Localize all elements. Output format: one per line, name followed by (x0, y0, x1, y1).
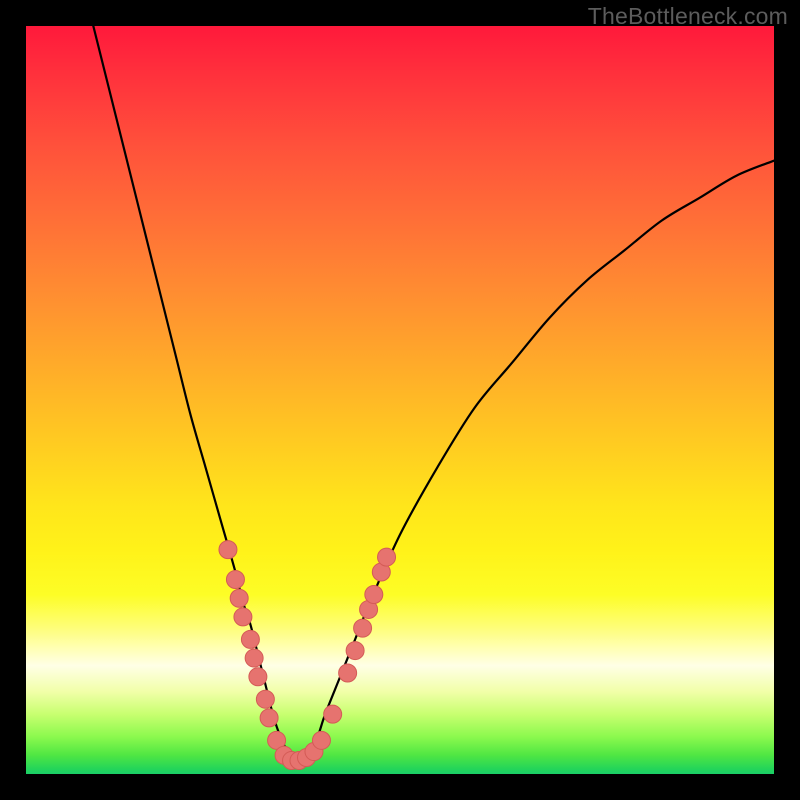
watermark-text: TheBottleneck.com (588, 3, 788, 30)
curve-marker (378, 548, 396, 566)
curve-marker (249, 668, 267, 686)
curve-marker (260, 709, 278, 727)
curve-marker (365, 585, 383, 603)
curve-layer (26, 26, 774, 774)
bottleneck-curve (93, 26, 774, 760)
curve-marker (226, 571, 244, 589)
curve-marker (230, 589, 248, 607)
curve-marker (312, 731, 330, 749)
curve-marker (339, 664, 357, 682)
curve-marker (324, 705, 342, 723)
curve-marker (354, 619, 372, 637)
curve-marker (256, 690, 274, 708)
curve-marker (346, 642, 364, 660)
chart-frame: TheBottleneck.com (0, 0, 800, 800)
plot-area (26, 26, 774, 774)
curve-marker (245, 649, 263, 667)
curve-marker (234, 608, 252, 626)
curve-marker (219, 541, 237, 559)
curve-marker (241, 630, 259, 648)
